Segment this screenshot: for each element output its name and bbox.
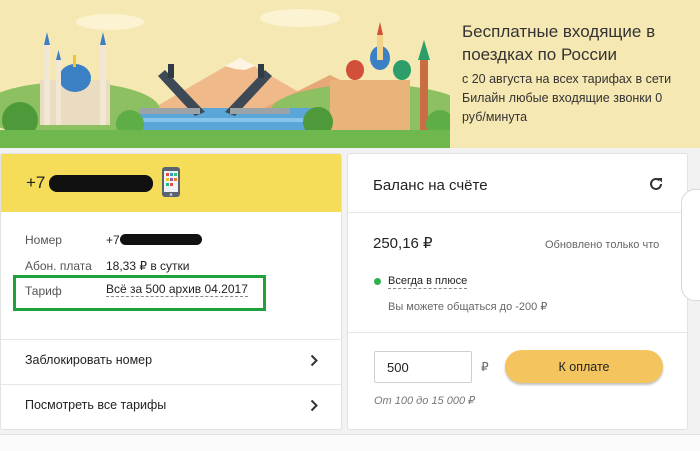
fee-label: Абон. плата (25, 259, 92, 273)
payment-amount-input[interactable] (374, 351, 472, 383)
balance-updated-status: Обновлено только что (545, 239, 660, 251)
smartphone-icon (161, 166, 181, 203)
side-panel-edge (681, 189, 700, 301)
number-label: Номер (25, 233, 62, 247)
always-positive-link[interactable]: Всегда в плюсе (388, 275, 468, 289)
status-dot-icon (374, 278, 381, 285)
banner-title: Бесплатные входящие в поездках по России (462, 22, 656, 64)
banner-text: с 20 августа на всех тарифах в сети Била… (462, 72, 672, 124)
fee-value: 18,33 ₽ в сутки (106, 259, 190, 273)
all-tariffs-label: Посмотреть все тарифы (25, 398, 167, 412)
block-number-link[interactable]: Заблокировать номер (0, 340, 342, 384)
tariff-highlight-box (13, 275, 266, 311)
phone-number-title: +7 (26, 173, 46, 192)
balance-card: Баланс на счёте 250,16 ₽ Обновлено тольк… (347, 153, 688, 430)
refresh-icon[interactable] (648, 176, 664, 197)
payment-range-hint: От 100 до 15 000 ₽ (374, 395, 476, 407)
currency-label: ₽ (481, 360, 489, 374)
balance-amount: 250,16 ₽ (373, 235, 433, 252)
redacted-number-value (120, 234, 202, 245)
number-value-prefix: +7 (106, 233, 120, 247)
block-number-label: Заблокировать номер (25, 353, 153, 367)
russia-landmarks-illustration (0, 9, 450, 148)
promo-banner[interactable]: Бесплатные входящие в поездках по России… (0, 0, 700, 148)
balance-title: Баланс на счёте (373, 177, 488, 194)
next-section-edge (0, 434, 700, 451)
chevron-right-icon (310, 399, 318, 417)
pay-button[interactable]: К оплате (505, 350, 663, 383)
all-tariffs-link[interactable]: Посмотреть все тарифы (0, 385, 342, 429)
redacted-phone-number (49, 175, 153, 192)
balance-divider-1 (348, 212, 687, 213)
account-header: +7 (1, 154, 341, 212)
chevron-right-icon (310, 354, 318, 372)
balance-divider-2 (348, 332, 687, 333)
credit-limit-note: Вы можете общаться до -200 ₽ (388, 301, 548, 313)
